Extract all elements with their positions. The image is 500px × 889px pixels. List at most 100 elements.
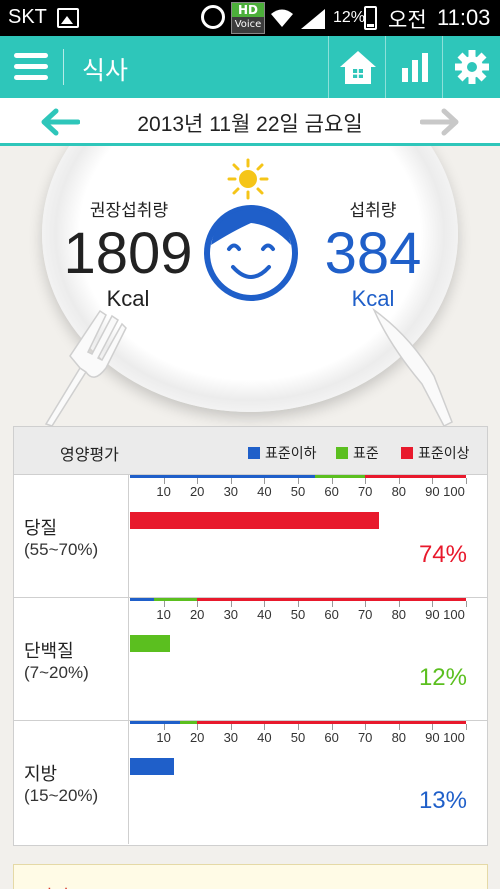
scale-tick-label: 70 bbox=[357, 484, 373, 499]
gallery-icon bbox=[57, 8, 79, 28]
stats-button[interactable] bbox=[385, 36, 441, 98]
opinion-label: 의견 bbox=[36, 883, 69, 889]
scale-tick-label: 50 bbox=[290, 484, 306, 499]
scale-tick-label: 60 bbox=[324, 484, 339, 499]
nutrient-percent: 13% bbox=[418, 787, 467, 814]
app-header: 식사 bbox=[0, 36, 500, 98]
nutrition-panel-header: 영양평가 표준이하 표준 표준이상 bbox=[14, 427, 487, 475]
recommended-value: 1809 bbox=[63, 221, 193, 286]
scale-tick-label: 30 bbox=[223, 730, 239, 745]
scale-tick-label: 10 bbox=[156, 484, 171, 499]
scale-tick-label: 20 bbox=[189, 730, 205, 745]
nutrient-percent: 12% bbox=[418, 664, 467, 691]
battery-percent: 12% bbox=[333, 9, 366, 26]
ampm-label: 오전 bbox=[388, 8, 427, 32]
scale-tick-label: 20 bbox=[189, 607, 205, 622]
header-divider bbox=[63, 49, 64, 85]
nutrition-title: 영양평가 bbox=[60, 445, 119, 464]
scale-tick-label: 90 bbox=[425, 484, 440, 499]
legend-above: 표준이상 bbox=[401, 443, 470, 463]
nutrient-row-protein: 단백질 (7~20%) 10 20 30 40 50 60 70 80 90 100 12% bbox=[14, 598, 487, 721]
legend-below: 표준이하 bbox=[248, 443, 317, 463]
knife-icon bbox=[372, 307, 453, 426]
legend-label-below: 표준이하 bbox=[265, 446, 317, 462]
fork-icon bbox=[44, 309, 127, 426]
page-title: 식사 bbox=[82, 56, 129, 85]
scale-tick-label: 30 bbox=[223, 484, 239, 499]
scale-ticks: 10 20 30 40 50 60 70 80 90 100 bbox=[130, 724, 467, 746]
scale-ticks: 10 20 30 40 50 60 70 80 90 100 bbox=[130, 601, 467, 623]
scale-tick-label: 90 bbox=[425, 730, 440, 745]
hd-voice-bottom: Voice bbox=[234, 19, 262, 30]
clock: 11:03 bbox=[437, 5, 491, 30]
scale-tick-label: 10 bbox=[156, 607, 171, 622]
wifi-icon bbox=[271, 9, 293, 27]
nutrient-row-fat: 지방 (15~20%) 10 20 30 40 50 60 70 80 90 100 13% bbox=[14, 721, 487, 844]
legend-label-above: 표준이상 bbox=[418, 446, 470, 462]
scale-tick-mark bbox=[466, 601, 467, 607]
menu-icon[interactable] bbox=[0, 36, 62, 98]
opinion-card[interactable]: 의견 bbox=[13, 864, 488, 889]
nutrient-row-carbohydrate: 당질 (55~70%) 10 20 30 40 50 60 70 80 90 100 74% bbox=[14, 475, 487, 598]
nutrient-name: 단백질 bbox=[24, 641, 74, 662]
nutrient-label-cell: 단백질 (7~20%) bbox=[14, 598, 129, 720]
nutrient-bar bbox=[130, 758, 174, 775]
intake-unit: Kcal bbox=[351, 286, 395, 311]
scale-tick-mark bbox=[466, 724, 467, 730]
scale-tick-label: 40 bbox=[257, 730, 272, 745]
nutrient-bar bbox=[130, 635, 171, 652]
nutrient-label-cell: 당질 (55~70%) bbox=[14, 475, 129, 597]
recommended-label: 권장섭취량 bbox=[89, 201, 169, 221]
scale-tick-label: 40 bbox=[257, 484, 272, 499]
recommended-unit: Kcal bbox=[106, 286, 150, 311]
scale-tick-label: 30 bbox=[223, 607, 239, 622]
scale-tick-label: 100 bbox=[443, 730, 465, 745]
scale-tick-label: 80 bbox=[391, 484, 407, 499]
scale-tick-label: 80 bbox=[391, 607, 407, 622]
legend-normal: 표준 bbox=[336, 443, 379, 463]
scale-tick-label: 100 bbox=[443, 607, 465, 622]
scale-tick-label: 80 bbox=[391, 730, 407, 745]
legend-label-normal: 표준 bbox=[353, 446, 379, 462]
signal-icon bbox=[301, 9, 325, 29]
legend-swatch-below bbox=[248, 447, 260, 459]
legend-swatch-above bbox=[401, 447, 413, 459]
sun-icon bbox=[227, 158, 269, 200]
intake-value: 384 bbox=[324, 221, 422, 286]
battery-icon bbox=[364, 6, 377, 30]
scale-tick-label: 20 bbox=[189, 484, 205, 499]
hd-voice-icon: HD Voice bbox=[231, 2, 265, 34]
intake-label: 섭취량 bbox=[349, 201, 397, 221]
scale-tick-label: 50 bbox=[290, 730, 306, 745]
settings-button[interactable] bbox=[442, 36, 500, 98]
scale-tick-label: 70 bbox=[357, 607, 373, 622]
scale-tick-label: 10 bbox=[156, 730, 171, 745]
legend-swatch-normal bbox=[336, 447, 348, 459]
bar-chart-icon bbox=[402, 53, 428, 82]
scale-tick-label: 40 bbox=[257, 607, 272, 622]
nutrition-panel: 영양평가 표준이하 표준 표준이상 당질 (55~70%) 10 20 30 40 50… bbox=[13, 426, 488, 846]
nutrient-range: (15~20%) bbox=[24, 786, 99, 805]
scale-tick-label: 50 bbox=[290, 607, 306, 622]
home-icon bbox=[340, 51, 376, 84]
calorie-summary: 권장섭취량 1809 Kcal 섭취량 384 Kcal bbox=[0, 146, 500, 426]
scale-ticks: 10 20 30 40 50 60 70 80 90 100 bbox=[130, 478, 467, 500]
nutrient-label-cell: 지방 (15~20%) bbox=[14, 721, 129, 844]
status-bar: SKT HD Voice 12% 오전 11:03 bbox=[0, 0, 500, 36]
home-button[interactable] bbox=[328, 36, 384, 98]
nutrient-range: (55~70%) bbox=[24, 540, 99, 559]
nutrient-percent: 74% bbox=[418, 541, 467, 568]
scale-tick-mark bbox=[466, 478, 467, 484]
nutrient-name: 지방 bbox=[24, 764, 58, 785]
nutrient-range: (7~20%) bbox=[24, 663, 89, 682]
arrow-right-icon[interactable] bbox=[420, 108, 460, 136]
carrier-label: SKT bbox=[8, 6, 47, 28]
nutrient-bar bbox=[130, 512, 379, 529]
date-navigator: 2013년 11월 22일 금요일 bbox=[0, 98, 500, 146]
hd-voice-top: HD bbox=[232, 3, 264, 17]
alarm-icon bbox=[201, 5, 225, 29]
scale-tick-label: 60 bbox=[324, 730, 339, 745]
gear-icon bbox=[455, 50, 489, 84]
scale-tick-label: 90 bbox=[425, 607, 440, 622]
scale-tick-label: 100 bbox=[443, 484, 465, 499]
